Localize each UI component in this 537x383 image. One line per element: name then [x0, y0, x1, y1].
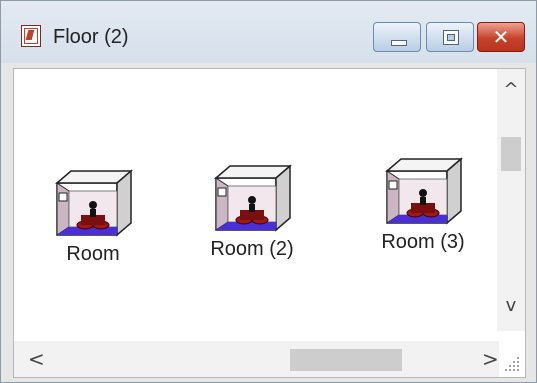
maximize-button[interactable] [426, 22, 474, 52]
room-item-2[interactable]: Room (2) [197, 160, 307, 261]
maximize-icon [443, 30, 459, 45]
vertical-scrollbar[interactable]: ^ v [497, 69, 525, 331]
horizontal-scroll-thumb[interactable] [290, 349, 402, 371]
room-item-3[interactable]: Room (3) [368, 153, 478, 254]
minimize-icon [391, 40, 407, 46]
chevron-up-icon[interactable]: ^ [497, 79, 525, 100]
room-box-icon [54, 169, 134, 237]
resize-grip-icon[interactable] [503, 355, 521, 373]
room-label: Room [66, 243, 120, 265]
close-icon: ✕ [492, 25, 510, 49]
floor-plan-icon [21, 25, 41, 47]
room-label: Room (2) [210, 238, 294, 260]
room-box-icon [213, 164, 293, 232]
room-box-icon [384, 157, 464, 225]
close-button[interactable]: ✕ [477, 22, 525, 52]
chevron-right-icon[interactable]: > [482, 347, 499, 371]
room-label: Room (3) [381, 231, 465, 253]
minimize-button[interactable] [373, 22, 421, 52]
window-title: Floor (2) [53, 26, 129, 48]
chevron-down-icon[interactable]: v [497, 295, 525, 316]
room-list-area: Room Room (2) Room (3) ^ v < > [13, 68, 526, 378]
floor-window: Floor (2) ✕ Room Room (2) Room (3) ^ v <… [0, 0, 537, 383]
room-item-1[interactable]: Room [38, 165, 148, 266]
horizontal-scrollbar[interactable]: < > [14, 341, 499, 377]
title-bar[interactable]: Floor (2) ✕ [1, 1, 536, 63]
vertical-scroll-thumb[interactable] [501, 137, 521, 171]
chevron-left-icon[interactable]: < [28, 347, 45, 371]
